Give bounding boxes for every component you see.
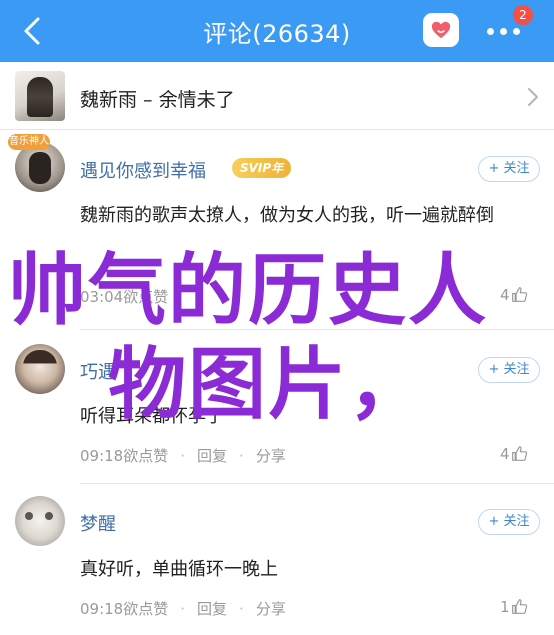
dot-icon (500, 28, 507, 35)
separator-dot: · (180, 447, 186, 465)
cover-figure (27, 77, 53, 117)
comment-text: 魏新雨的歌声太撩人，做为女人的我，听一遍就醉倒 (80, 205, 494, 226)
separator-dot: · (239, 600, 244, 618)
comment-meta: 09:18欲点赞 · 回复 · 分享 (80, 445, 286, 466)
avatar-badge: 音乐神人 (8, 134, 50, 150)
album-cover (15, 71, 65, 121)
heart-icon (431, 21, 451, 39)
like-count: 4 (500, 286, 510, 304)
comment-time: 09:18 (80, 600, 124, 618)
comment-time: 09:18 (80, 447, 124, 465)
svip-badge: SVIP年 (232, 158, 292, 178)
share-button[interactable]: 分享 (256, 447, 286, 465)
comment-item: 巧遇 + 关注 听得耳朵都怀孕了 09:18欲点赞 · 回复 · 分享 4 (0, 330, 554, 480)
share-button[interactable]: 分享 (256, 600, 286, 618)
song-info-row[interactable]: 魏新雨 – 余情未了 (0, 62, 554, 130)
follow-button[interactable]: + 关注 (478, 156, 540, 182)
like-count: 1 (500, 598, 510, 616)
reply-label[interactable]: 欲点赞 (123, 600, 168, 618)
like-button[interactable]: 1 (500, 598, 528, 616)
comment-item: 梦醒 + 关注 真好听，单曲循环一晚上 09:18欲点赞 · 回复 · 分享 1 (0, 484, 554, 635)
reply-label[interactable]: 欲点赞 (123, 288, 168, 306)
follow-button[interactable]: + 关注 (478, 357, 540, 383)
avatar[interactable] (15, 344, 65, 394)
comment-username[interactable]: 巧遇 (80, 358, 116, 384)
reply-button[interactable]: 回复 (197, 447, 227, 465)
dot-icon (513, 28, 520, 35)
thumbs-up-icon (511, 446, 527, 461)
thumbs-up-icon (511, 287, 527, 302)
avatar-eye (45, 512, 53, 520)
page-title: 评论(26634) (203, 20, 351, 48)
separator-dot: · (180, 600, 186, 618)
dot-icon (487, 28, 494, 35)
top-bar: 评论(26634) 2 (0, 0, 554, 62)
comment-username[interactable]: 梦醒 (80, 510, 116, 536)
reply-label[interactable]: 欲点赞 (123, 447, 168, 465)
comment-meta: 03:04欲点赞 (80, 286, 168, 307)
like-button[interactable]: 4 (500, 286, 528, 304)
reply-button[interactable]: 回复 (197, 600, 227, 618)
notification-badge: 2 (513, 5, 533, 25)
separator-dot: · (239, 447, 244, 465)
avatar-eye (25, 512, 33, 520)
like-count: 4 (500, 445, 510, 463)
song-title: 魏新雨 – 余情未了 (80, 89, 235, 111)
avatar-figure (29, 152, 51, 184)
comment-username[interactable]: 遇见你感到幸福 (80, 157, 206, 183)
thumbs-up-icon (511, 599, 527, 614)
avatar-hair (23, 350, 57, 394)
comment-text: 听得耳朵都怀孕了 (80, 406, 224, 427)
comment-meta: 09:18欲点赞 · 回复 · 分享 (80, 598, 286, 619)
follow-button[interactable]: + 关注 (478, 509, 540, 535)
avatar[interactable] (15, 496, 65, 546)
chevron-right-icon (528, 88, 538, 106)
favorite-button[interactable] (423, 13, 459, 47)
comment-item: 音乐神人 遇见你感到幸福 SVIP年 + 关注 魏新雨的歌声太撩人，做为女人的我… (0, 130, 554, 330)
comment-text: 真好听，单曲循环一晚上 (80, 559, 278, 580)
like-button[interactable]: 4 (500, 445, 528, 463)
comment-time: 03:04 (80, 288, 124, 306)
